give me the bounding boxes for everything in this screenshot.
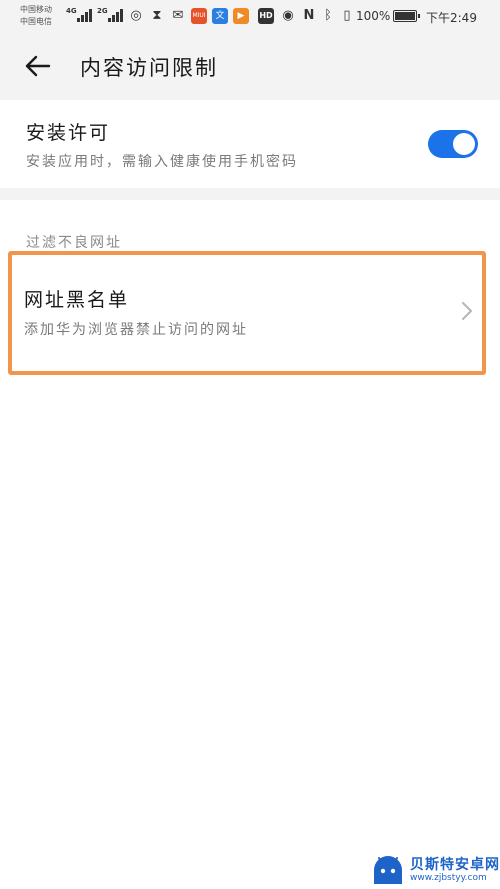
url-blacklist-title: 网址黑名单 [24,289,130,311]
signal-2-icon [108,9,124,22]
hotspot-icon: ◎ [130,8,142,23]
video-app-icon: ▶ [233,8,249,24]
bluetooth-icon: ᛒ [324,8,332,23]
section-divider [0,188,500,200]
hd-badge: HD [258,8,274,24]
install-permission-subtitle: 安装应用时，需输入健康使用手机密码 [26,154,298,170]
back-button[interactable] [22,50,54,82]
app-badge-1: MIUI [191,8,207,24]
wechat-icon: ✉ [172,8,184,23]
install-permission-row[interactable]: 安装许可 安装应用时，需输入健康使用手机密码 [0,100,500,188]
chevron-right-icon [462,302,472,320]
network-type-2: 2G [97,7,108,15]
status-time: 下午2:49 [426,11,477,25]
site-watermark: 贝斯特安卓网 www.zjbstyy.com [370,852,499,888]
status-bar: 中国移动 中国电信 4G 2G ◎ ⧗ ✉ MIUI 文 ▶ HD ◉ N ᛒ … [0,0,500,34]
url-blacklist-row[interactable]: 网址黑名单 添加华为浏览器禁止访问的网址 [10,252,484,372]
watermark-title: 贝斯特安卓网 [410,857,500,873]
eye-comfort-icon: ◉ [282,8,294,23]
vibrate-icon: ▯ [343,8,351,23]
install-permission-toggle[interactable] [428,130,478,158]
toggle-knob [453,133,475,155]
signal-1-icon [77,9,93,22]
network-type-1: 4G [66,7,77,15]
carrier-labels: 中国移动 中国电信 [20,4,52,28]
battery-icon [393,10,420,22]
filter-section-header: 过滤不良网址 [26,235,122,251]
carrier-1-label: 中国移动 [20,5,52,14]
app-badge-2: 文 [212,8,228,24]
battery-percent: 100% [356,9,391,23]
watermark-logo-icon [374,856,402,884]
hourglass-icon: ⧗ [152,8,162,23]
page-title: 内容访问限制 [80,56,218,80]
url-blacklist-subtitle: 添加华为浏览器禁止访问的网址 [24,322,248,338]
carrier-2-label: 中国电信 [20,17,52,26]
back-arrow-icon [25,55,51,77]
nfc-icon: N [303,8,315,23]
install-permission-title: 安装许可 [26,122,111,144]
watermark-url: www.zjbstyy.com [410,873,487,883]
